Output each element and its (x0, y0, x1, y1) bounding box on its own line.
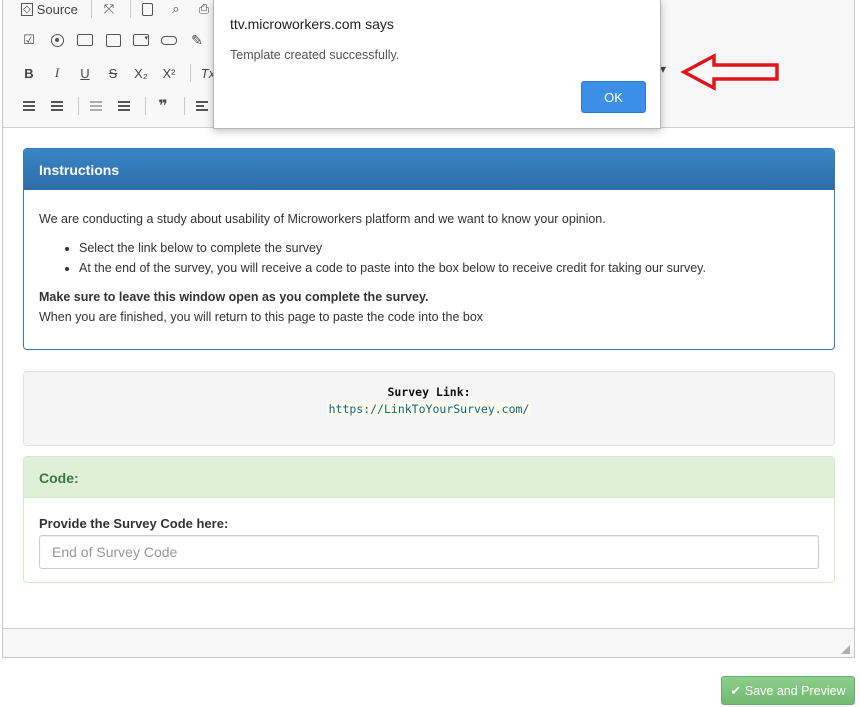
strikethrough-button[interactable]: S (101, 62, 125, 84)
bulleted-list-icon (51, 101, 63, 111)
instructions-finish-note: When you are finished, you will return t… (39, 310, 484, 324)
instructions-warning: Make sure to leave this window open as y… (39, 290, 429, 304)
new-page-button[interactable] (136, 0, 160, 20)
ok-button[interactable]: OK (581, 81, 646, 113)
code-heading: Code: (24, 457, 834, 498)
dialog-message: Template created successfully. (230, 48, 400, 62)
indent-button[interactable] (112, 95, 136, 117)
toolbar-row-1: ◇ Source ⤧ ⌕ ⎙ (17, 0, 220, 21)
superscript-button[interactable]: X² (157, 62, 181, 84)
survey-link-box: Survey Link: https://LinkToYourSurvey.co… (23, 371, 835, 446)
instructions-heading: Instructions (24, 149, 834, 190)
textarea-button[interactable] (101, 29, 125, 51)
numbered-list-icon (23, 101, 35, 111)
save-and-preview-label: Save and Preview (744, 683, 846, 698)
text-field-button[interactable] (73, 29, 97, 51)
outdent-icon (90, 101, 102, 111)
text-field-icon (77, 34, 93, 46)
toolbar-row-4: ❞ (17, 94, 246, 118)
code-panel: Code: Provide the Survey Code here: (23, 456, 835, 583)
maximize-icon: ⤧ (103, 1, 115, 16)
toolbar-row-2: ☑ ▾ ✎ (17, 28, 213, 52)
save-and-preview-button[interactable]: ✔ Save and Preview (721, 676, 855, 705)
bulleted-list-button[interactable] (45, 95, 69, 117)
hidden-field-button[interactable]: ✎ (185, 29, 209, 51)
textarea-icon (105, 33, 121, 47)
toolbar-separator (145, 97, 146, 115)
maximize-button[interactable]: ⤧ (97, 0, 121, 20)
toolbar-separator (129, 0, 131, 18)
instructions-intro: We are conducting a study about usabilit… (39, 212, 606, 226)
dialog-title: ttv.microworkers.com says (230, 16, 394, 32)
source-icon: ◇ (21, 2, 33, 16)
select-icon: ▾ (133, 34, 149, 46)
radio-icon (50, 33, 64, 47)
list-item: Select the link below to complete the su… (79, 238, 819, 258)
form-button[interactable] (157, 29, 181, 51)
checkbox-icon: ☑ (23, 32, 35, 47)
superscript-icon: X² (162, 65, 176, 81)
underline-icon: U (80, 65, 90, 81)
checkbox-button[interactable]: ☑ (17, 29, 41, 51)
preview-icon: ⌕ (172, 1, 180, 16)
survey-link[interactable]: https://LinkToYourSurvey.com/ (326, 402, 532, 416)
toolbar-separator (90, 0, 92, 18)
new-page-icon (142, 2, 154, 16)
blockquote-button[interactable]: ❞ (151, 95, 175, 117)
source-label: Source (36, 1, 78, 17)
subscript-icon: X₂ (134, 65, 148, 81)
toolbar-separator (190, 64, 191, 82)
toolbar-separator (78, 97, 79, 115)
bold-button[interactable]: B (17, 62, 41, 84)
subscript-button[interactable]: X₂ (129, 62, 153, 84)
numbered-list-button[interactable] (17, 95, 41, 117)
list-item: At the end of the survey, you will recei… (79, 258, 819, 278)
toolbar-row-3: B I U S X₂ X² Tx (17, 61, 224, 85)
select-button[interactable]: ▾ (129, 29, 153, 51)
indent-icon (118, 101, 130, 111)
code-body: Provide the Survey Code here: (24, 498, 834, 587)
print-icon: ⎙ (198, 1, 210, 16)
align-left-button[interactable] (190, 95, 214, 117)
check-icon: ✔ (730, 684, 741, 698)
source-button[interactable]: ◇ Source (17, 0, 82, 20)
radio-button[interactable] (45, 29, 69, 51)
alert-dialog: ttv.microworkers.com says Template creat… (213, 0, 661, 129)
hidden-field-icon: ✎ (191, 31, 203, 48)
blockquote-icon: ❞ (158, 98, 168, 115)
italic-button[interactable]: I (45, 62, 69, 84)
toolbar-separator (184, 97, 185, 115)
red-arrow-annotation (680, 53, 779, 91)
align-left-icon (196, 101, 208, 111)
italic-icon: I (54, 65, 60, 80)
survey-code-label: Provide the Survey Code here: (39, 516, 229, 531)
underline-button[interactable]: U (73, 62, 97, 84)
instructions-list: Select the link below to complete the su… (79, 238, 819, 278)
strikethrough-icon: S (108, 65, 118, 81)
instructions-panel: Instructions We are conducting a study a… (23, 148, 835, 350)
bold-icon: B (24, 65, 34, 81)
resize-grip-icon[interactable] (841, 645, 850, 654)
survey-link-label: Survey Link: (387, 385, 471, 399)
survey-code-input[interactable] (39, 535, 819, 569)
button-icon (161, 35, 177, 45)
instructions-body: We are conducting a study about usabilit… (24, 190, 834, 346)
preview-button[interactable]: ⌕ (164, 0, 188, 20)
editor-status-bar (3, 628, 854, 657)
outdent-button[interactable] (84, 95, 108, 117)
